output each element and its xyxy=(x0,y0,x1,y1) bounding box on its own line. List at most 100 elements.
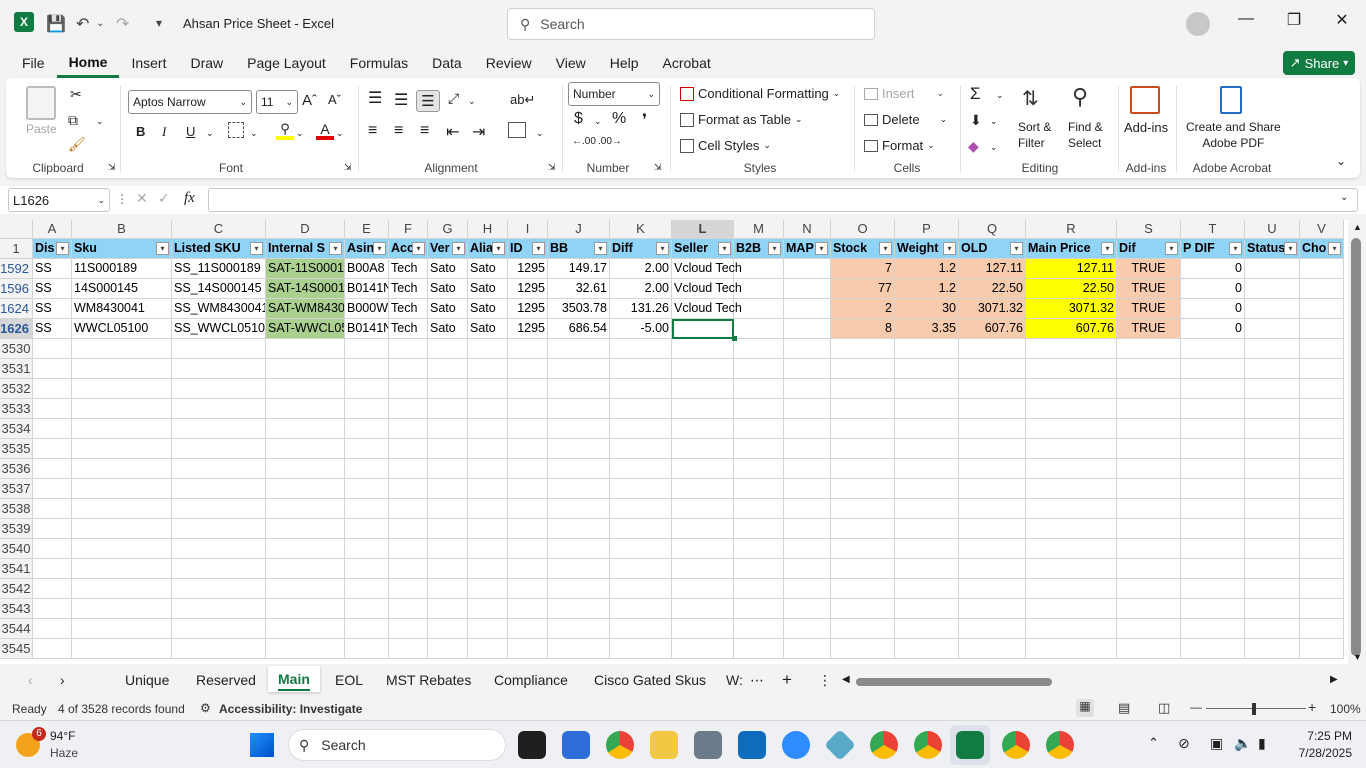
next-sheet-icon[interactable]: › xyxy=(60,672,65,688)
empty-cell[interactable] xyxy=(33,599,72,619)
customize-qat-icon[interactable]: ▾ xyxy=(156,16,162,30)
empty-cell[interactable] xyxy=(1181,619,1245,639)
empty-cell[interactable] xyxy=(895,519,959,539)
filter-dropdown-icon[interactable]: ▾ xyxy=(250,242,263,255)
empty-cell[interactable] xyxy=(895,399,959,419)
merge-dropdown-icon[interactable]: ⌄ xyxy=(536,128,544,139)
empty-cell[interactable] xyxy=(1181,599,1245,619)
font-name-select[interactable]: Aptos Narrow ⌄ xyxy=(128,90,252,114)
empty-cell[interactable] xyxy=(784,639,831,659)
row-header[interactable]: 3530 xyxy=(0,339,33,359)
empty-cell[interactable] xyxy=(428,499,468,519)
table-cell[interactable]: SS_WWCL05100 xyxy=(172,319,266,339)
empty-cell[interactable] xyxy=(895,459,959,479)
empty-cell[interactable] xyxy=(33,379,72,399)
empty-cell[interactable] xyxy=(610,499,672,519)
empty-cell[interactable] xyxy=(672,599,734,619)
empty-cell[interactable] xyxy=(895,339,959,359)
table-cell[interactable]: Tech xyxy=(389,259,428,279)
table-cell[interactable]: TRUE xyxy=(1117,319,1181,339)
table-cell[interactable] xyxy=(1245,279,1300,299)
column-header[interactable]: Q xyxy=(959,220,1026,239)
table-cell[interactable]: 14S000145 xyxy=(72,279,172,299)
empty-cell[interactable] xyxy=(831,459,895,479)
create-pdf-icon[interactable] xyxy=(1220,86,1242,114)
column-header[interactable]: A xyxy=(33,220,72,239)
empty-cell[interactable] xyxy=(389,419,428,439)
empty-cell[interactable] xyxy=(468,579,508,599)
filter-dropdown-icon[interactable]: ▾ xyxy=(329,242,342,255)
empty-cell[interactable] xyxy=(72,599,172,619)
empty-cell[interactable] xyxy=(610,479,672,499)
empty-cell[interactable] xyxy=(1300,539,1344,559)
empty-cell[interactable] xyxy=(428,619,468,639)
empty-cell[interactable] xyxy=(33,359,72,379)
empty-cell[interactable] xyxy=(33,559,72,579)
conditional-formatting-button[interactable]: Conditional Formatting ⌄ xyxy=(680,86,840,101)
empty-cell[interactable] xyxy=(345,579,389,599)
empty-cell[interactable] xyxy=(389,439,428,459)
empty-cell[interactable] xyxy=(784,379,831,399)
empty-cell[interactable] xyxy=(345,439,389,459)
empty-cell[interactable] xyxy=(548,579,610,599)
empty-cell[interactable] xyxy=(428,459,468,479)
empty-cell[interactable] xyxy=(468,459,508,479)
empty-cell[interactable] xyxy=(172,479,266,499)
autosum-icon[interactable]: Σ xyxy=(970,84,981,104)
column-header[interactable]: I xyxy=(508,220,548,239)
empty-cell[interactable] xyxy=(172,579,266,599)
chrome-profile-icon[interactable] xyxy=(1046,731,1074,759)
empty-cell[interactable] xyxy=(672,539,734,559)
empty-cell[interactable] xyxy=(1117,439,1181,459)
empty-cell[interactable] xyxy=(33,519,72,539)
row-header[interactable]: 3535 xyxy=(0,439,33,459)
font-color-icon[interactable]: A xyxy=(316,121,334,140)
table-cell[interactable]: B0141N xyxy=(345,279,389,299)
filter-dropdown-icon[interactable]: ▾ xyxy=(594,242,607,255)
empty-cell[interactable] xyxy=(1026,399,1117,419)
sheet-tab-compliance[interactable]: Compliance xyxy=(494,672,568,688)
empty-cell[interactable] xyxy=(389,639,428,659)
insert-cells-button[interactable]: Insert ⌄ xyxy=(864,86,944,101)
empty-cell[interactable] xyxy=(468,399,508,419)
empty-cell[interactable] xyxy=(959,459,1026,479)
table-cell[interactable] xyxy=(1300,299,1344,319)
empty-cell[interactable] xyxy=(672,639,734,659)
empty-cell[interactable] xyxy=(33,399,72,419)
task-view-icon[interactable] xyxy=(518,731,546,759)
filter-dropdown-icon[interactable]: ▾ xyxy=(943,242,956,255)
table-cell[interactable]: Sato xyxy=(468,319,508,339)
empty-cell[interactable] xyxy=(831,539,895,559)
filter-dropdown-icon[interactable]: ▾ xyxy=(532,242,545,255)
empty-cell[interactable] xyxy=(1245,599,1300,619)
table-header-cell[interactable]: P DIF ▾ xyxy=(1181,239,1245,259)
table-cell[interactable]: 77 xyxy=(831,279,895,299)
save-icon[interactable]: 💾 xyxy=(46,14,66,34)
empty-cell[interactable] xyxy=(672,479,734,499)
table-header-cell[interactable]: Dif ▾ xyxy=(1117,239,1181,259)
empty-cell[interactable] xyxy=(266,419,345,439)
row-header[interactable]: 1624 xyxy=(0,299,33,319)
empty-cell[interactable] xyxy=(610,639,672,659)
empty-cell[interactable] xyxy=(1300,339,1344,359)
empty-cell[interactable] xyxy=(1181,359,1245,379)
empty-cell[interactable] xyxy=(72,399,172,419)
table-cell[interactable] xyxy=(1300,319,1344,339)
empty-cell[interactable] xyxy=(959,359,1026,379)
empty-cell[interactable] xyxy=(1300,619,1344,639)
align-left-icon[interactable]: ≡ xyxy=(368,122,377,140)
table-cell[interactable]: 0 xyxy=(1181,279,1245,299)
empty-cell[interactable] xyxy=(548,359,610,379)
copy-dropdown-icon[interactable]: ⌄ xyxy=(96,116,104,127)
empty-cell[interactable] xyxy=(1181,439,1245,459)
column-header[interactable]: L xyxy=(672,220,734,239)
fill-handle[interactable] xyxy=(732,336,737,341)
table-cell[interactable]: 1.2 xyxy=(895,279,959,299)
empty-cell[interactable] xyxy=(959,579,1026,599)
empty-cell[interactable] xyxy=(672,499,734,519)
table-cell[interactable]: 11S000189 xyxy=(72,259,172,279)
chrome-profile-icon[interactable] xyxy=(1002,731,1030,759)
empty-cell[interactable] xyxy=(389,359,428,379)
empty-cell[interactable] xyxy=(468,499,508,519)
empty-cell[interactable] xyxy=(468,559,508,579)
